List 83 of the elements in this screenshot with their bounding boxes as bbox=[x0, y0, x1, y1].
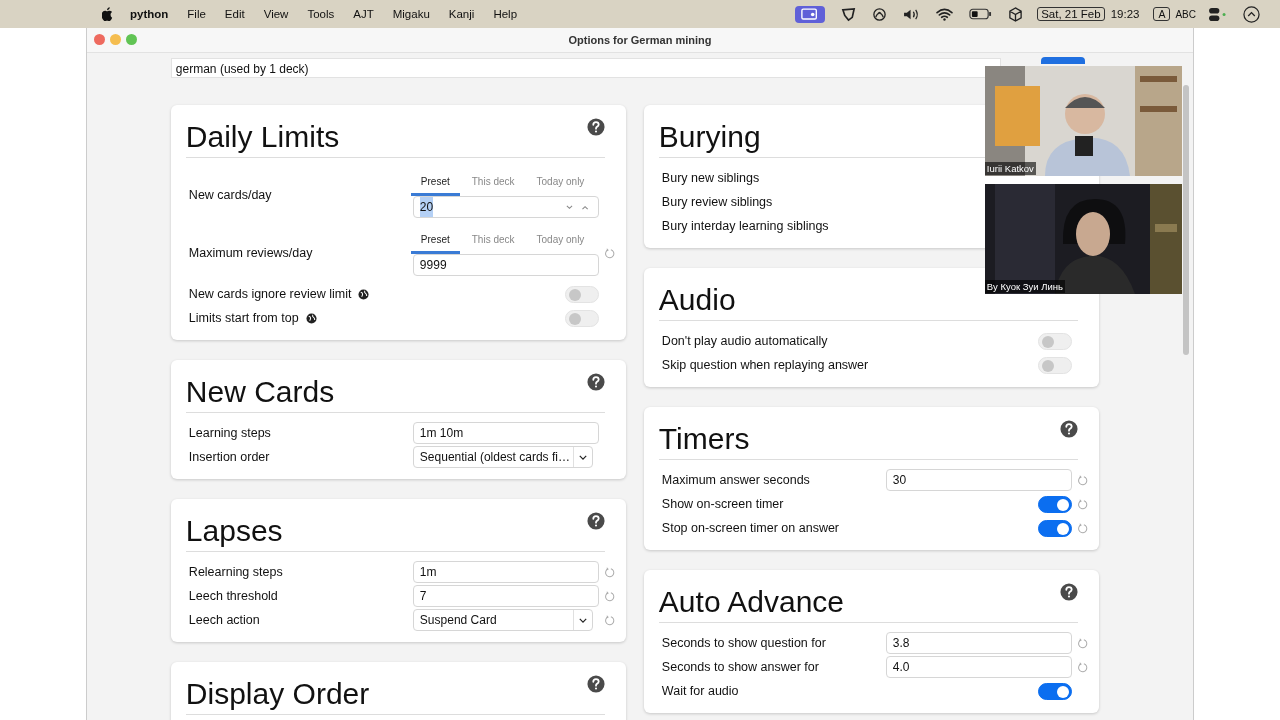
section-title: Audio bbox=[658, 282, 736, 318]
setting-label: Skip question when replaying answer bbox=[661, 358, 869, 372]
setting-label: Maximum reviews/day bbox=[188, 246, 313, 260]
number-field[interactable]: 20 bbox=[412, 196, 599, 218]
input-source-label[interactable]: ABC bbox=[1175, 8, 1196, 20]
toggle-switch[interactable] bbox=[1037, 519, 1072, 537]
menu-item[interactable]: Help bbox=[493, 8, 518, 20]
toggle-switch[interactable] bbox=[1037, 495, 1072, 513]
input-field[interactable]: 9999 bbox=[412, 254, 599, 276]
help-icon[interactable] bbox=[586, 373, 605, 391]
section-title: Daily Limits bbox=[185, 119, 340, 155]
section-title: Timers bbox=[658, 421, 750, 457]
tab[interactable]: Today only bbox=[526, 230, 595, 254]
scrollbar-thumb[interactable] bbox=[1183, 85, 1190, 355]
setting-label: Don't play audio automatically bbox=[661, 334, 828, 348]
participant-name: Iurii Katkov bbox=[984, 162, 1036, 175]
chevron-down-icon bbox=[578, 454, 587, 460]
menu-item[interactable]: View bbox=[263, 8, 289, 20]
screen-share-icon[interactable] bbox=[795, 5, 826, 23]
chevron-up-icon[interactable] bbox=[1243, 5, 1260, 23]
wifi-icon[interactable] bbox=[936, 7, 954, 21]
tab[interactable]: Today only bbox=[526, 172, 595, 196]
input-field[interactable]: 30 bbox=[885, 469, 1072, 491]
toggle-switch[interactable] bbox=[1037, 682, 1072, 700]
cube-icon[interactable] bbox=[1008, 6, 1024, 22]
input-field[interactable]: 4.0 bbox=[885, 656, 1072, 678]
menu-item[interactable]: Kanji bbox=[448, 8, 475, 20]
menu-item[interactable]: File bbox=[187, 8, 206, 20]
section-title: Lapses bbox=[185, 513, 283, 549]
input-field[interactable]: 3.8 bbox=[885, 632, 1072, 654]
input-field[interactable]: 7 bbox=[412, 585, 599, 607]
setting-label: Wait for audio bbox=[661, 684, 739, 698]
section-title: Display Order bbox=[185, 676, 370, 712]
setting-label: New cards ignore review limit bbox=[188, 287, 352, 301]
button[interactable] bbox=[1040, 57, 1085, 64]
setting-label: Learning steps bbox=[188, 426, 271, 440]
section-title: Auto Advance bbox=[658, 584, 844, 620]
menu-item[interactable]: Tools bbox=[307, 8, 335, 20]
section-title: Burying bbox=[658, 119, 761, 155]
apple-icon[interactable] bbox=[102, 7, 114, 21]
select-dropdown[interactable]: Sequential (oldest cards fi… bbox=[412, 446, 593, 468]
section-title: New Cards bbox=[185, 374, 335, 410]
setting-label: Limits start from top bbox=[188, 311, 299, 325]
globe-icon bbox=[358, 288, 370, 300]
select-dropdown[interactable]: Suspend Card bbox=[412, 609, 593, 631]
setting-label: Insertion order bbox=[188, 450, 270, 464]
setting-label: Leech action bbox=[188, 613, 260, 627]
help-icon[interactable] bbox=[586, 675, 605, 693]
help-icon[interactable] bbox=[586, 512, 605, 530]
setting-label: Show on-screen timer bbox=[661, 497, 784, 511]
input-field[interactable]: 1m 10m bbox=[412, 422, 599, 444]
battery-icon[interactable] bbox=[969, 8, 993, 20]
setting-label: Bury new siblings bbox=[661, 171, 760, 185]
menu-item[interactable]: Migaku bbox=[392, 8, 430, 20]
globe-icon bbox=[305, 312, 317, 324]
tab[interactable]: This deck bbox=[461, 230, 525, 254]
setting-label: New cards/day bbox=[188, 188, 272, 202]
setting-label: Seconds to show answer for bbox=[661, 660, 819, 674]
preset-dropdown[interactable]: german (used by 1 deck) bbox=[170, 58, 1001, 78]
setting-label: Relearning steps bbox=[188, 565, 283, 579]
help-icon[interactable] bbox=[1059, 420, 1078, 438]
help-icon[interactable] bbox=[1059, 583, 1078, 601]
control-center-icon[interactable] bbox=[1208, 6, 1227, 22]
date-label[interactable]: Sat, 21 Feb bbox=[1037, 7, 1105, 21]
close-button[interactable] bbox=[93, 34, 105, 45]
participant-name: Ву Куок Зуи Линь bbox=[984, 280, 1065, 293]
clock-label[interactable]: 19:23 bbox=[1110, 8, 1140, 20]
setting-label: Maximum answer seconds bbox=[661, 473, 810, 487]
help-icon[interactable] bbox=[586, 118, 605, 136]
setting-label: Stop on-screen timer on answer bbox=[661, 521, 840, 535]
window-title: Options for German mining bbox=[568, 34, 712, 46]
menu-item[interactable]: AJT bbox=[353, 8, 374, 20]
tab[interactable]: This deck bbox=[461, 172, 525, 196]
volume-icon[interactable] bbox=[903, 7, 921, 21]
app-menu[interactable]: python bbox=[130, 8, 169, 20]
setting-label: Bury review siblings bbox=[661, 195, 773, 209]
input-field[interactable]: 1m bbox=[412, 561, 599, 583]
menu-item[interactable]: Edit bbox=[224, 8, 245, 20]
setting-label: Leech threshold bbox=[188, 589, 278, 603]
setting-label: Seconds to show question for bbox=[661, 636, 826, 650]
input-source-badge[interactable]: A bbox=[1153, 7, 1171, 21]
setting-label: Bury interday learning siblings bbox=[661, 219, 829, 233]
chevron-down-icon bbox=[578, 617, 587, 623]
